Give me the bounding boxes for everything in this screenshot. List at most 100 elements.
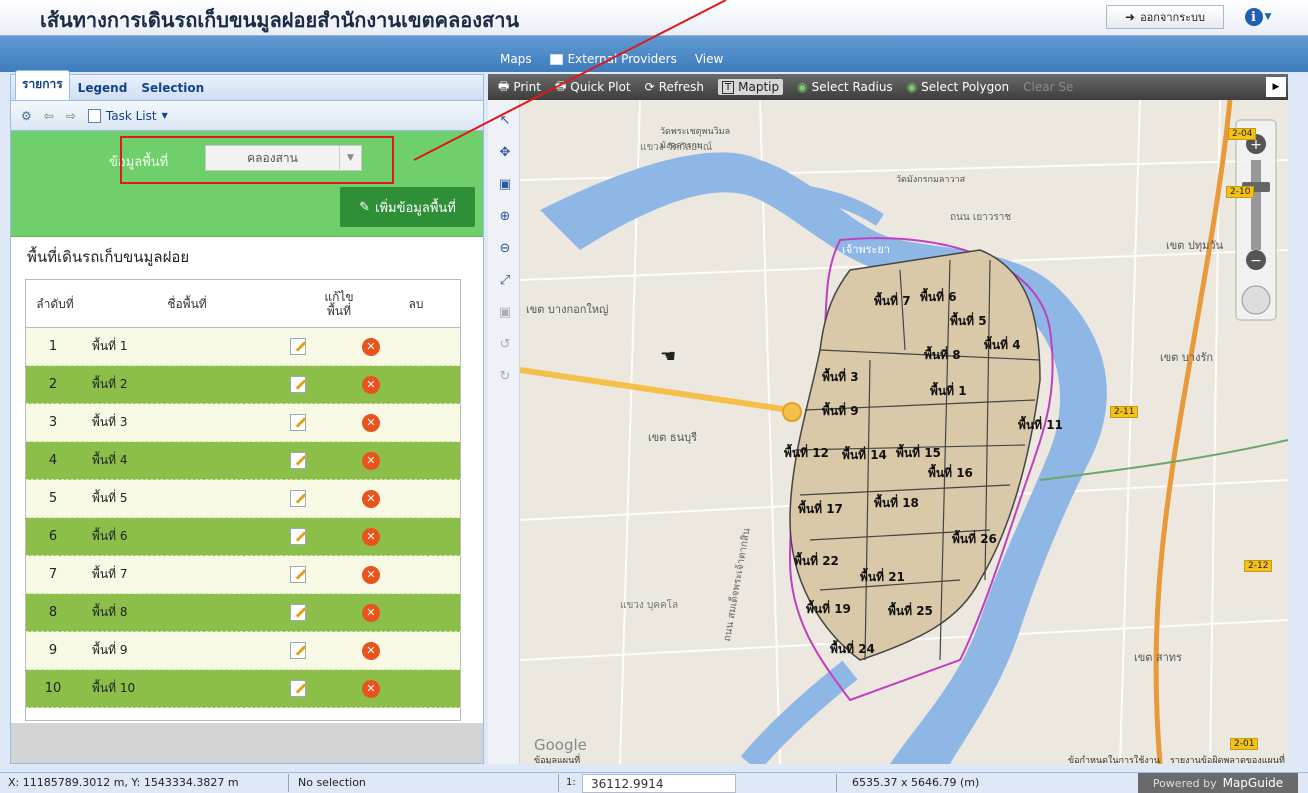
zone-label[interactable]: พื้นที่ 25 [888,602,933,621]
menu-maps[interactable]: Maps [500,52,532,66]
table-row[interactable]: 3 พื้นที่ 3 ✕ [26,404,460,442]
toolbar-overflow-icon[interactable]: ▶ [1266,77,1286,97]
map-toolbar: 🖶 Print 🖶 Quick Plot ⟳ Refresh T Maptip ◉ Sel… [488,74,1288,100]
zone-label[interactable]: พื้นที่ 17 [798,500,843,519]
logout-button[interactable]: ➜ ออกจากระบบ [1106,5,1224,29]
edit-icon[interactable] [290,604,306,621]
zone-label[interactable]: พื้นที่ 24 [830,640,875,659]
zone-label[interactable]: พื้นที่ 7 [874,292,911,311]
print-label: Print [513,80,541,94]
select-polygon-button[interactable]: ◉ Select Polygon [907,80,1009,94]
print-button[interactable]: 🖶 Print [498,77,541,98]
delete-icon[interactable]: ✕ [362,679,380,698]
edit-icon[interactable] [290,414,306,431]
select-radius-button[interactable]: ◉ Select Radius [797,80,893,94]
section-title: พื้นที่เดินรถเก็บขนมูลฝอย [27,248,190,266]
map-label: วัดมังกรกมลาวาส [896,175,966,185]
table-row[interactable]: 2 พื้นที่ 2 ✕ [26,366,460,404]
col-name: ชื่อพื้นที่ [167,297,207,311]
task-list-dropdown[interactable]: Task List ▼ [87,108,168,123]
edit-icon[interactable] [290,452,306,469]
zoom-out-icon[interactable]: ⊖ [497,240,513,256]
delete-icon[interactable]: ✕ [362,603,380,622]
info-menu-button[interactable]: i ▼ [1238,4,1278,30]
select-arrow-icon[interactable]: ↖ [497,112,513,128]
zone-label[interactable]: พื้นที่ 15 [896,444,941,463]
delete-icon[interactable]: ✕ [362,489,380,508]
edit-icon[interactable] [290,490,306,507]
add-area-button[interactable]: ✎ เพิ่มข้อมูลพื้นที่ [340,187,475,227]
zone-label[interactable]: พื้นที่ 18 [874,494,919,513]
zone-label[interactable]: พื้นที่ 16 [928,464,973,483]
zoom-selection-icon[interactable]: ▣ [497,304,513,320]
row-area-name: พื้นที่ 2 [92,377,128,391]
map-view[interactable]: + − เขต บางกอกใหญ่ เขต ธนบุรี เขต ปทุมวั… [520,100,1288,764]
edit-icon[interactable] [290,528,306,545]
zone-label[interactable]: พื้นที่ 8 [924,346,961,365]
table-row[interactable]: 6 พื้นที่ 6 ✕ [26,518,460,556]
table-row[interactable]: 10 พื้นที่ 10 ✕ [26,670,460,708]
zone-label[interactable]: พื้นที่ 19 [806,600,851,619]
edit-icon[interactable] [290,566,306,583]
back-arrow-icon[interactable]: ⇦ [44,109,54,123]
row-area-name: พื้นที่ 7 [92,567,128,581]
map-data-link[interactable]: ข้อมูลแผนที่ [534,753,580,764]
table-row[interactable]: 7 พื้นที่ 7 ✕ [26,556,460,594]
zone-label[interactable]: พื้นที่ 5 [950,312,987,331]
delete-icon[interactable]: ✕ [362,565,380,584]
zone-label[interactable]: พื้นที่ 1 [930,382,967,401]
zone-label[interactable]: พื้นที่ 26 [952,530,997,549]
zone-label[interactable]: พื้นที่ 6 [920,288,957,307]
delete-icon[interactable]: ✕ [362,451,380,470]
zone-label[interactable]: พื้นที่ 22 [794,552,839,571]
highway-badge: 2-12 [1244,560,1273,572]
quick-plot-button[interactable]: 🖶 Quick Plot [555,77,631,98]
table-row[interactable]: 9 พื้นที่ 9 ✕ [26,632,460,670]
table-row[interactable]: 8 พื้นที่ 8 ✕ [26,594,460,632]
highway-badge: 2-01 [1230,738,1259,750]
zoom-rect-icon[interactable]: ▣ [497,176,513,192]
row-number: 10 [44,681,62,696]
forward-arrow-icon[interactable]: ⇨ [66,109,76,123]
extent-icon[interactable]: ⤢ [497,272,513,288]
zone-label[interactable]: พื้นที่ 9 [822,402,859,421]
tab-list[interactable]: รายการ [15,70,70,100]
zone-label[interactable]: พื้นที่ 14 [842,446,887,465]
refresh-button[interactable]: ⟳ Refresh [645,80,704,94]
terms-link[interactable]: ข้อกำหนดในการใช้งาน [1068,753,1160,764]
zone-label[interactable]: พื้นที่ 12 [784,444,829,463]
table-row[interactable]: 1 พื้นที่ 1 ✕ [26,328,460,366]
edit-icon[interactable] [290,338,306,355]
delete-icon[interactable]: ✕ [362,527,380,546]
delete-icon[interactable]: ✕ [362,375,380,394]
zone-label[interactable]: พื้นที่ 11 [1018,416,1063,435]
zone-label[interactable]: พื้นที่ 3 [822,368,859,387]
row-number: 3 [48,415,58,430]
pan-icon[interactable]: ✥ [497,144,513,160]
menu-external-providers[interactable]: External Providers [549,52,677,66]
edit-icon[interactable] [290,376,306,393]
home-icon[interactable]: ⚙ [21,109,32,123]
tab-selection[interactable]: Selection [135,77,210,100]
maptip-button[interactable]: T Maptip [718,79,784,95]
report-link[interactable]: รายงานข้อผิดพลาดของแผนที่ [1170,753,1285,764]
delete-icon[interactable]: ✕ [362,337,380,356]
menu-view[interactable]: View [695,52,723,66]
delete-icon[interactable]: ✕ [362,413,380,432]
coordinate-readout: X: 11185789.3012 m, Y: 1543334.3827 m [8,776,239,789]
zone-label[interactable]: พื้นที่ 21 [860,568,905,587]
edit-icon[interactable] [290,680,306,697]
scale-input[interactable]: 36112.9914 [582,774,736,793]
tab-legend[interactable]: Legend [72,77,134,100]
zone-label[interactable]: พื้นที่ 4 [984,336,1021,355]
row-area-name: พื้นที่ 8 [92,605,128,619]
clear-selection-button[interactable]: Clear Se [1023,80,1073,94]
previous-view-icon[interactable]: ↺ [497,336,513,352]
table-row[interactable]: 4 พื้นที่ 4 ✕ [26,442,460,480]
zoom-in-icon[interactable]: ⊕ [497,208,513,224]
next-view-icon[interactable]: ↻ [497,368,513,384]
delete-icon[interactable]: ✕ [362,641,380,660]
table-row[interactable]: 5 พื้นที่ 5 ✕ [26,480,460,518]
clear-selection-label: Clear Se [1023,80,1074,94]
edit-icon[interactable] [290,642,306,659]
